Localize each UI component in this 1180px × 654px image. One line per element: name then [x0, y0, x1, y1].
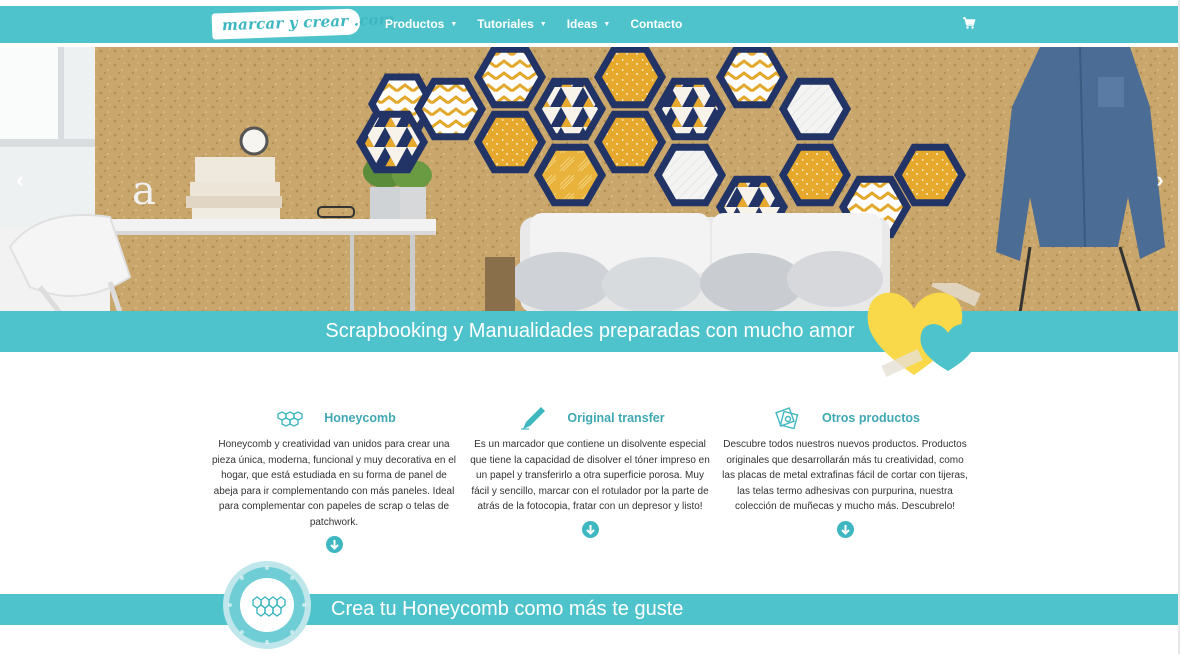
marker-icon: [521, 407, 546, 430]
products-icon: [775, 407, 799, 430]
caret-down-icon: ▼: [539, 20, 547, 28]
feature-original-transfer: Original transfer Es un marcador que con…: [467, 405, 713, 538]
section-banner: Crea tu Honeycomb como más te guste: [0, 594, 1180, 625]
chevron-left-icon[interactable]: ‹: [10, 168, 30, 192]
feature-description: Es un marcador que contiene un disolvent…: [470, 439, 710, 512]
arrow-down-icon: [329, 540, 339, 550]
hero-banner: Scrapbooking y Manualidades preparadas c…: [0, 311, 1180, 352]
hexagon-panel: [593, 47, 667, 109]
chevron-right-icon[interactable]: ›: [1150, 168, 1170, 192]
honeycomb-badge-icon: [223, 561, 311, 649]
nav-productos[interactable]: Productos ▼: [385, 17, 457, 31]
nav-tutoriales-label: Tutoriales: [477, 17, 534, 31]
hero-slider: a ‹ ›: [0, 47, 1180, 313]
feature-title: Otros productos: [822, 411, 920, 425]
arrow-down-button[interactable]: [581, 520, 599, 538]
navbar: marcar y crear .com Productos ▼ Tutorial…: [0, 4, 1180, 43]
hexagon-panel: [653, 77, 727, 141]
nav-ideas-label: Ideas: [566, 17, 598, 31]
logo-text: marcar y crear .com: [221, 10, 396, 35]
feature-otros-productos: Otros productos Descubre todos nuestros …: [722, 405, 968, 538]
hexagon-panel: [355, 110, 429, 174]
nav-contacto-label: Contacto: [630, 17, 683, 31]
hearts-icon: [867, 283, 981, 377]
feature-honeycomb: Honeycomb Honeycomb y creatividad van un…: [211, 405, 457, 553]
hexagon-panel: [778, 77, 852, 141]
hexagon-panel: [533, 77, 607, 141]
hexagon-panel: [593, 110, 667, 174]
hexagon-panel: [473, 110, 547, 174]
nav-productos-label: Productos: [385, 17, 445, 31]
arrow-down-button[interactable]: [325, 536, 343, 553]
hero-image: a: [0, 47, 1180, 313]
hexagon-panel: [533, 143, 607, 207]
hexagon-panel: [893, 143, 967, 207]
honeycomb-icon: [277, 411, 303, 427]
hexagon-panel: [413, 77, 487, 141]
feature-title: Original transfer: [567, 411, 665, 425]
arrow-down-icon: [840, 524, 850, 535]
feature-title: Honeycomb: [324, 411, 396, 425]
section-title: Crea tu Honeycomb como más te guste: [331, 598, 684, 620]
nav-ideas[interactable]: Ideas ▼: [567, 17, 611, 31]
hexagon-panel: [473, 47, 547, 109]
arrow-down-button[interactable]: [836, 520, 854, 538]
hexagon-panel: [778, 143, 852, 207]
hero-banner-text: Scrapbooking y Manualidades preparadas c…: [325, 320, 855, 342]
feature-description: Honeycomb y creatividad van unidos para …: [211, 439, 457, 528]
site-logo[interactable]: marcar y crear .com: [211, 8, 395, 40]
cart-icon[interactable]: [962, 16, 976, 30]
caret-down-icon: ▼: [450, 20, 458, 28]
caret-down-icon: ▼: [603, 20, 611, 28]
main-nav: Productos ▼ Tutoriales ▼ Ideas ▼ Contact…: [385, 6, 702, 42]
nav-tutoriales[interactable]: Tutoriales ▼: [477, 17, 546, 31]
nav-contacto[interactable]: Contacto: [630, 17, 682, 31]
hexagon-panel: [653, 143, 727, 207]
svg-text:a: a: [132, 168, 156, 214]
hexagon-panel: [715, 47, 789, 109]
arrow-down-icon: [585, 524, 595, 535]
feature-description: Descubre todos nuestros nuevos productos…: [722, 439, 968, 512]
